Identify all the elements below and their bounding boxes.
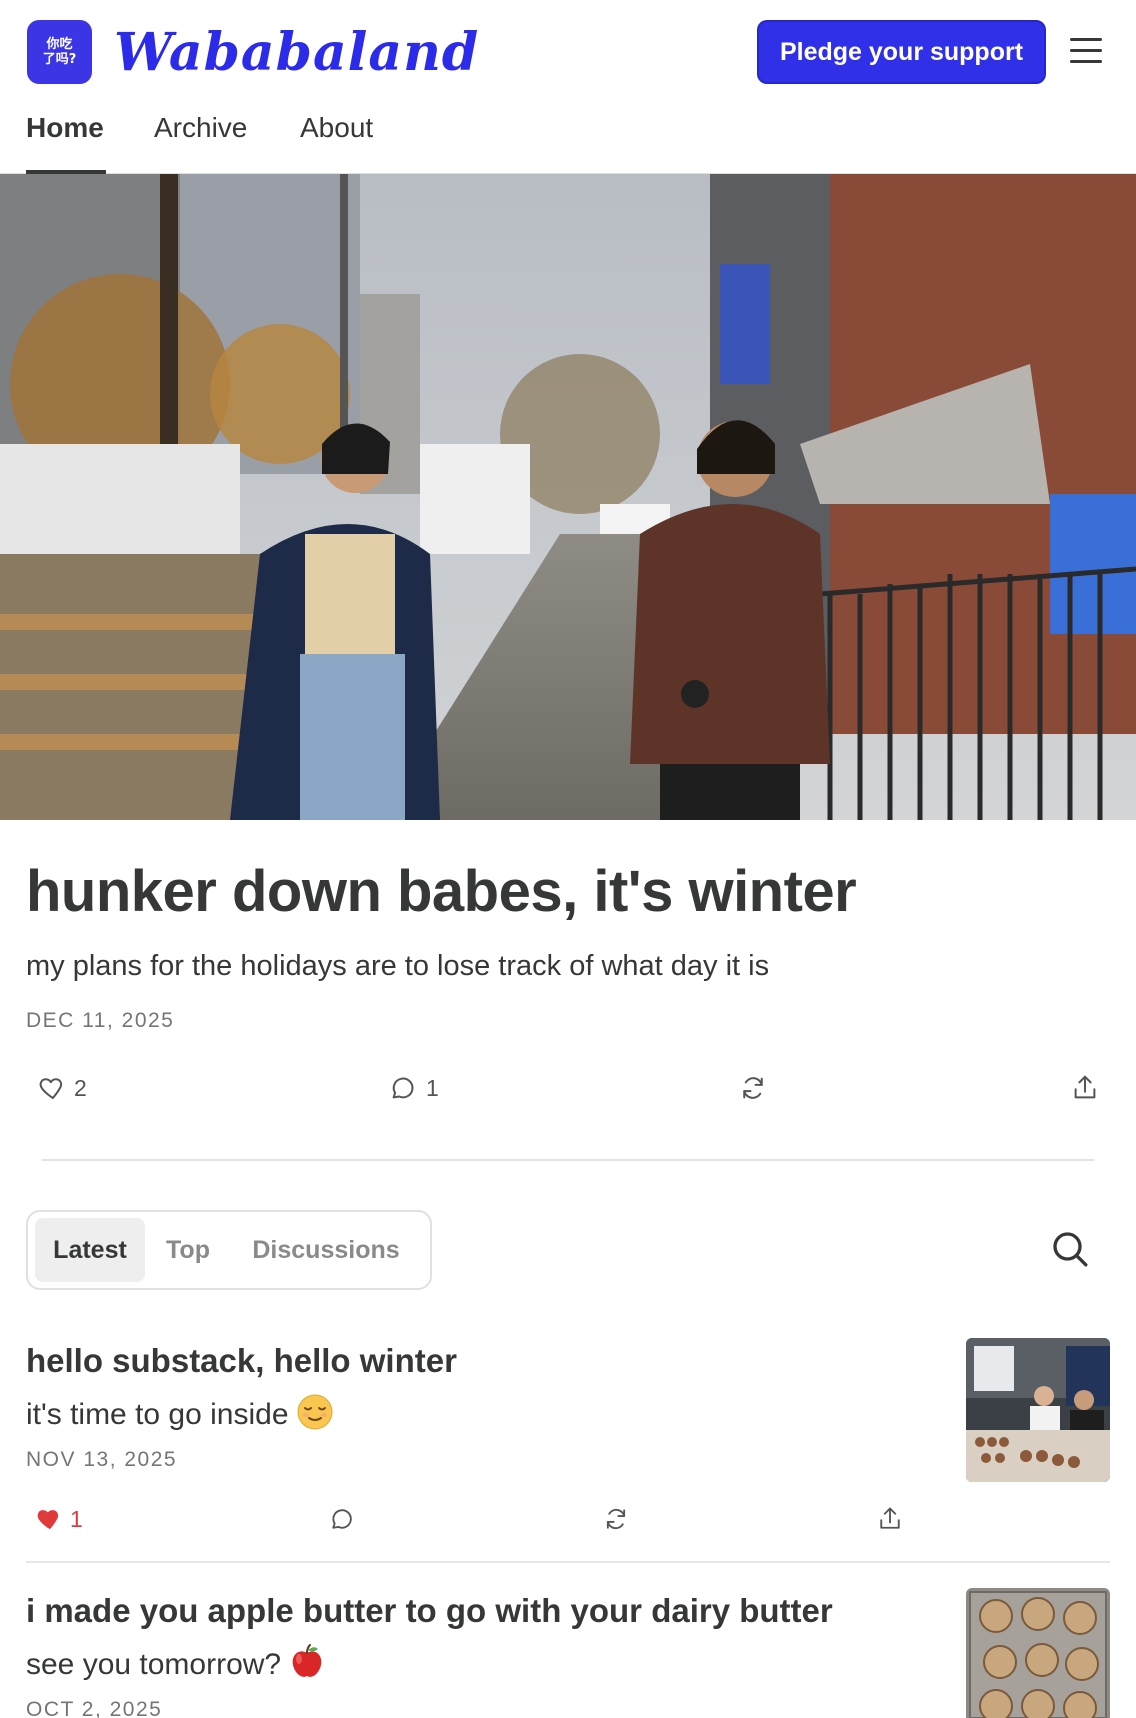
filter-discussions[interactable]: Discussions — [231, 1218, 421, 1282]
post-filter-tabs: Latest Top Discussions — [26, 1210, 432, 1290]
tab-about[interactable]: About — [300, 112, 373, 174]
like-count: 2 — [74, 1074, 87, 1101]
comment-icon — [392, 1077, 414, 1099]
like-button[interactable]: 2 — [36, 1065, 87, 1111]
restack-button[interactable] — [602, 1496, 638, 1542]
post-subtitle-text: see you tomorrow? — [26, 1648, 282, 1681]
post-title[interactable]: i made you apple butter to go with your … — [26, 1592, 833, 1630]
tab-archive-label: Archive — [154, 112, 248, 143]
tab-about-label: About — [300, 112, 374, 143]
post-title[interactable]: hello substack, hello winter — [26, 1342, 457, 1380]
featured-post-title[interactable]: hunker down babes, it's winter — [26, 858, 857, 925]
filter-discussions-label: Discussions — [252, 1235, 400, 1264]
comment-count: 1 — [426, 1074, 439, 1101]
share-icon — [880, 1507, 900, 1529]
post-subtitle: it's time to go inside — [26, 1394, 333, 1432]
search-icon[interactable] — [1050, 1229, 1090, 1269]
filter-latest[interactable]: Latest — [35, 1218, 145, 1282]
main-nav: Home Archive About — [0, 104, 1136, 174]
comment-button[interactable] — [328, 1496, 364, 1542]
market-stall-photo — [966, 1338, 1110, 1482]
tab-home-label: Home — [26, 112, 104, 143]
logo-text: 你吃 了吗? — [42, 37, 77, 67]
share-button[interactable] — [876, 1496, 912, 1542]
post-thumbnail[interactable] — [966, 1588, 1110, 1718]
hamburger-menu-icon[interactable] — [1070, 38, 1102, 64]
site-header: 你吃 了吗? Wababaland Pledge your support — [0, 0, 1136, 104]
restack-button[interactable] — [738, 1065, 776, 1111]
comment-button[interactable]: 1 — [388, 1065, 439, 1111]
comment-icon — [332, 1509, 352, 1529]
filter-latest-label: Latest — [53, 1235, 127, 1264]
like-button[interactable]: 1 — [34, 1496, 83, 1542]
restack-icon — [743, 1077, 763, 1099]
section-divider — [42, 1159, 1094, 1161]
filter-top[interactable]: Top — [153, 1218, 223, 1282]
post-actions: 1 — [26, 1496, 926, 1536]
baked-goods-tray-photo — [966, 1588, 1110, 1718]
restack-icon — [606, 1508, 626, 1530]
featured-post-subtitle[interactable]: my plans for the holidays are to lose tr… — [26, 950, 769, 983]
post-date: NOV 13, 2025 — [26, 1448, 178, 1471]
tab-archive[interactable]: Archive — [154, 112, 247, 174]
list-divider — [26, 1561, 1110, 1563]
featured-post-date: DEC 11, 2025 — [26, 1009, 175, 1032]
post-subtitle: see you tomorrow? — [26, 1644, 325, 1682]
relieved-face-emoji-icon — [297, 1394, 333, 1430]
featured-post-image[interactable] — [0, 174, 1136, 820]
post-list-item[interactable]: hello substack, hello winter it's time t… — [26, 1334, 1110, 1554]
heart-filled-icon — [37, 1510, 59, 1530]
post-list-item[interactable]: i made you apple butter to go with your … — [26, 1584, 1110, 1718]
tab-home[interactable]: Home — [26, 112, 106, 174]
post-date: OCT 2, 2025 — [26, 1698, 163, 1718]
street-photo — [0, 174, 1136, 820]
heart-icon — [39, 1078, 63, 1099]
featured-post-actions: 2 1 — [0, 1065, 1136, 1111]
filter-top-label: Top — [166, 1235, 210, 1264]
share-button[interactable] — [1070, 1065, 1108, 1111]
like-count: 1 — [70, 1505, 83, 1532]
pledge-support-button[interactable]: Pledge your support — [757, 20, 1046, 84]
share-icon — [1074, 1075, 1096, 1099]
post-subtitle-text: it's time to go inside — [26, 1398, 289, 1431]
post-thumbnail[interactable] — [966, 1338, 1110, 1482]
publication-logo[interactable]: 你吃 了吗? — [27, 20, 92, 84]
red-apple-emoji-icon — [292, 1644, 322, 1677]
publication-name[interactable]: Wababaland — [114, 18, 479, 88]
